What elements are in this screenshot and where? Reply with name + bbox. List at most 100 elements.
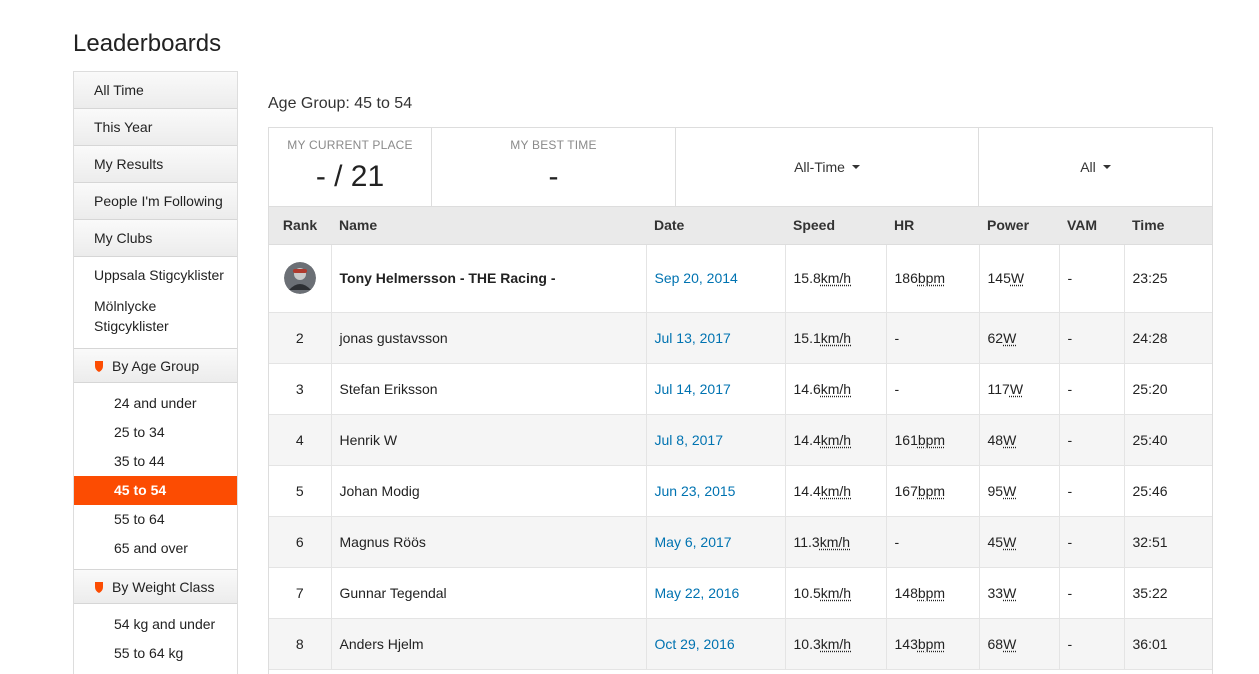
power-cell: 62W [979,312,1060,364]
athlete-name[interactable]: jonas gustavsson [331,312,647,364]
power-unit: W [1003,482,1017,499]
sidebar-tab-my-clubs[interactable]: My Clubs [74,220,237,257]
time-cell: 35:22 [1124,567,1212,619]
best-time-value: - [548,160,559,193]
column-header-name[interactable]: Name [331,207,646,245]
column-header-power[interactable]: Power [979,207,1059,245]
athlete-name[interactable]: Anders Hjelm [331,618,647,670]
power-value: 48 [987,431,1004,448]
sidebar-tab-all-time[interactable]: All Time [74,72,237,109]
scope-filter-dropdown[interactable]: All [1080,159,1111,175]
age-group-25-34[interactable]: 25 to 34 [74,418,237,447]
power-value: 68 [987,635,1004,652]
scope-filter-label: All [1080,159,1096,175]
vam-cell: - [1059,516,1125,568]
table-row: Tony Helmersson - THE Racing - Sep 20, 20… [269,244,1212,313]
date-cell: May 22, 2016 [646,567,786,619]
time-cell: 25:40 [1124,414,1212,466]
age-group-45-54[interactable]: 45 to 54 [74,476,237,505]
sidebar-tab-my-results[interactable]: My Results [74,146,237,183]
date-cell: Jul 8, 2017 [646,414,786,466]
speed-cell: 11.3km/h [785,516,887,568]
weight-class-list: 54 kg and under 55 to 64 kg [74,604,237,668]
activity-date-link[interactable]: May 6, 2017 [655,534,732,550]
speed-cell: 10.5km/h [785,567,887,619]
speed-cell: 14.4km/h [785,465,887,517]
leaderboard-table: Rank Name Date Speed HR Power VAM Time T… [269,207,1212,670]
best-time-label: MY BEST TIME [510,138,597,152]
age-group-55-64[interactable]: 55 to 64 [74,505,237,534]
speed-value: 14.6 [793,380,821,397]
activity-date-link[interactable]: Jun 23, 2015 [655,483,736,499]
best-time-box: MY BEST TIME - [432,128,676,206]
weight-class-header-label: By Weight Class [112,578,215,595]
speed-cell: 15.8km/h [785,244,887,313]
hr-cell: 161bpm [886,414,980,466]
activity-date-link[interactable]: Sep 20, 2014 [655,270,738,286]
shield-icon [95,581,103,593]
power-cell: 95W [979,465,1060,517]
athlete-name[interactable]: Gunnar Tegendal [331,567,647,619]
column-header-rank[interactable]: Rank [269,207,331,245]
power-value: 33 [987,584,1004,601]
column-header-vam[interactable]: VAM [1059,207,1124,245]
sidebar: All Time This Year My Results People I'm… [73,71,238,674]
shield-icon [95,360,103,372]
date-cell: Sep 20, 2014 [646,244,786,313]
time-cell: 36:01 [1124,618,1212,670]
table-header-row: Rank Name Date Speed HR Power VAM Time [269,207,1212,245]
age-group-65-over[interactable]: 65 and over [74,534,237,563]
power-cell: 33W [979,567,1060,619]
athlete-name[interactable]: Johan Modig [331,465,647,517]
age-group-24-under[interactable]: 24 and under [74,389,237,418]
weight-class-55-64[interactable]: 55 to 64 kg [74,639,237,668]
vam-cell: - [1059,567,1125,619]
power-unit: W [1003,329,1017,346]
speed-unit: km/h [820,380,852,397]
power-value: 117 [987,380,1010,397]
leaderboard-panel: MY CURRENT PLACE - / 21 MY BEST TIME - A… [268,127,1213,674]
activity-date-link[interactable]: Jul 8, 2017 [655,432,724,448]
hr-value: 161 [894,431,918,448]
activity-date-link[interactable]: Jul 13, 2017 [655,330,731,346]
club-item-molnlycke[interactable]: Mölnlycke Stigcyklister [74,294,237,338]
power-value: 62 [987,329,1004,346]
club-list: Uppsala Stigcyklister Mölnlycke Stigcykl… [74,257,237,342]
sidebar-tab-this-year[interactable]: This Year [74,109,237,146]
activity-date-link[interactable]: Oct 29, 2016 [655,636,735,652]
hr-value: 186 [894,270,918,286]
vam-cell: - [1059,363,1125,415]
time-filter-box: All-Time [676,128,979,206]
date-cell: Oct 29, 2016 [646,618,786,670]
table-row: 4 Henrik W Jul 8, 2017 14.4km/h 161bpm 48W -25… [269,414,1212,466]
sidebar-tab-people-following[interactable]: People I'm Following [74,183,237,220]
athlete-name[interactable]: Tony Helmersson - THE Racing - [331,244,647,313]
time-filter-label: All-Time [794,159,845,175]
speed-unit: km/h [820,329,852,346]
age-group-list: 24 and under 25 to 34 35 to 44 45 to 54 … [74,383,237,563]
column-header-date[interactable]: Date [646,207,785,245]
power-cell: 145W [979,244,1060,313]
hr-value: 143 [894,635,918,652]
activity-date-link[interactable]: Jul 14, 2017 [655,381,731,397]
column-header-speed[interactable]: Speed [785,207,886,245]
summary-bar: MY CURRENT PLACE - / 21 MY BEST TIME - A… [269,128,1212,207]
club-item-uppsala[interactable]: Uppsala Stigcyklister [74,263,237,287]
weight-class-54-under[interactable]: 54 kg and under [74,610,237,639]
table-row: 6 Magnus Röös May 6, 2017 11.3km/h -45W -32:5… [269,516,1212,568]
hr-unit: bpm [917,431,946,448]
age-group-header[interactable]: By Age Group [74,348,237,383]
column-header-time[interactable]: Time [1124,207,1212,245]
hr-cell: 186bpm [886,244,980,313]
athlete-name[interactable]: Stefan Eriksson [331,363,647,415]
table-row: 7 Gunnar Tegendal May 22, 2016 10.5km/h 148b… [269,567,1212,619]
activity-date-link[interactable]: May 22, 2016 [655,585,740,601]
speed-value: 15.1 [793,329,821,346]
avatar[interactable] [283,262,316,294]
athlete-name[interactable]: Henrik W [331,414,647,466]
column-header-hr[interactable]: HR [886,207,979,245]
athlete-name[interactable]: Magnus Röös [331,516,647,568]
time-filter-dropdown[interactable]: All-Time [794,159,860,175]
weight-class-header[interactable]: By Weight Class [74,569,237,604]
age-group-35-44[interactable]: 35 to 44 [74,447,237,476]
